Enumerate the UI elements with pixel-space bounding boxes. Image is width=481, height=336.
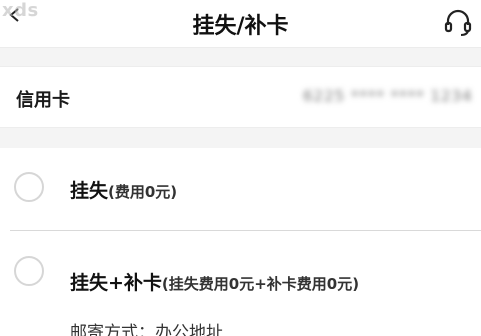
option-report-loss[interactable]: 挂失(费用0元) (0, 148, 481, 228)
card-select-row[interactable]: 信用卡 6225 **** **** 1234 (0, 66, 481, 128)
option-title: 挂失 (70, 180, 109, 202)
page-title: 挂失/补卡 (192, 14, 289, 39)
option-report-loss-replace[interactable]: 挂失+补卡(挂失费用0元+补卡费用0元) (0, 232, 481, 312)
option-fee-note: (挂失费用0元+补卡费用0元) (161, 275, 360, 293)
headset-icon (444, 9, 472, 36)
option-report-loss-replace-text: 挂失+补卡(挂失费用0元+补卡费用0元) (70, 268, 359, 295)
app-screen: xds 挂失/补卡 信用卡 6225 **** **** 1234 挂失(费用0… (0, 0, 481, 336)
option-title: 挂失+补卡 (70, 272, 162, 294)
customer-service-button[interactable] (441, 6, 475, 40)
mailing-method-text: 邮寄方式：办公地址 (70, 323, 223, 336)
header-bar: xds 挂失/补卡 (0, 0, 481, 48)
option-report-loss-text: 挂失(费用0元) (70, 176, 177, 203)
options-panel: 挂失(费用0元) 挂失+补卡(挂失费用0元+补卡费用0元) 邮寄方式：办公地址 (0, 148, 481, 336)
divider (10, 230, 481, 231)
card-number-masked: 6225 **** **** 1234 (303, 87, 473, 105)
card-type-label: 信用卡 (16, 90, 70, 111)
radio-report-loss-replace[interactable] (14, 256, 44, 286)
option-fee-note: (费用0元) (108, 183, 178, 201)
radio-report-loss[interactable] (14, 172, 44, 202)
